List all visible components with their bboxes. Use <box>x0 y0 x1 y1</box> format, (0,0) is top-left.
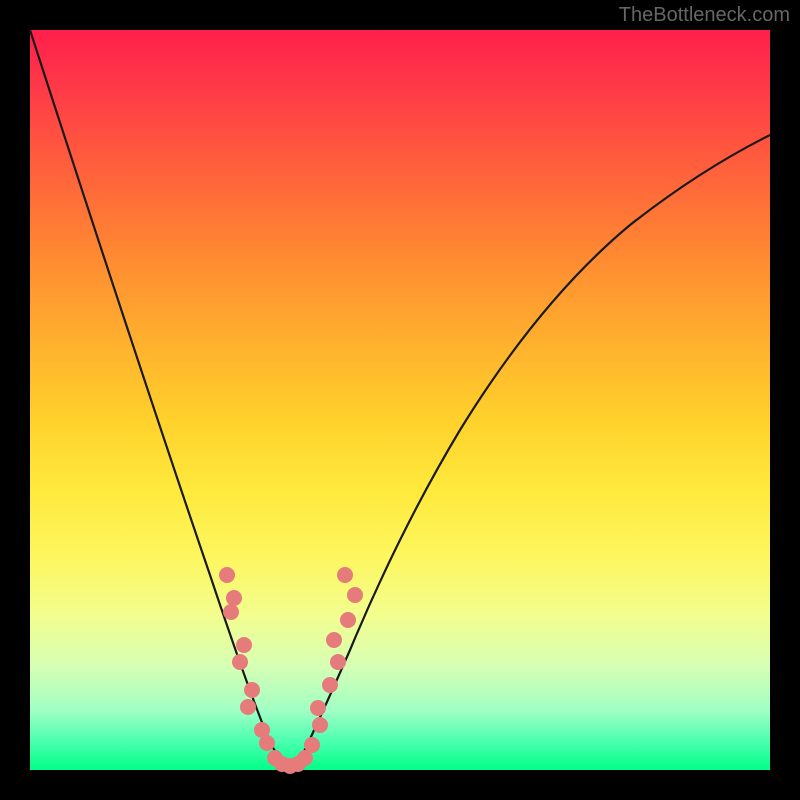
left-curve <box>30 30 288 768</box>
tolerance-dot <box>232 654 248 670</box>
tolerance-dot <box>330 654 346 670</box>
tolerance-dot <box>259 735 275 751</box>
plot-area <box>30 30 770 770</box>
tolerance-dot <box>223 604 239 620</box>
tolerance-dot <box>312 717 328 733</box>
tolerance-dot <box>340 612 356 628</box>
tolerance-dot <box>304 737 320 753</box>
right-curve <box>296 135 770 768</box>
tolerance-dot <box>236 637 252 653</box>
tolerance-dot <box>326 632 342 648</box>
tolerance-dot <box>347 587 363 603</box>
tolerance-dot <box>244 682 260 698</box>
tolerance-dot <box>322 677 338 693</box>
chart-frame: TheBottleneck.com <box>0 0 800 800</box>
curve-svg <box>30 30 770 770</box>
tolerance-dot <box>337 567 353 583</box>
attribution-text: TheBottleneck.com <box>619 4 790 27</box>
tolerance-dot <box>310 700 326 716</box>
tolerance-dot <box>219 567 235 583</box>
tolerance-dot <box>226 590 242 606</box>
tolerance-dot <box>240 699 256 715</box>
